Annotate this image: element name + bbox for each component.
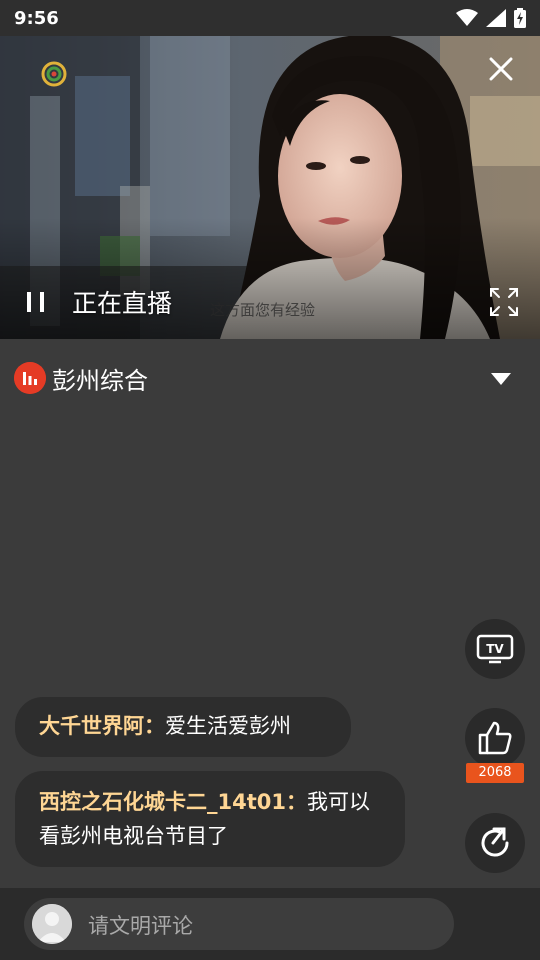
comment-separator: ： — [286, 790, 307, 814]
video-player[interactable]: 正在直播 这方面您有经验 — [0, 36, 540, 339]
caret-down-icon[interactable] — [486, 369, 516, 389]
thumbs-up-icon — [478, 721, 512, 755]
tv-cast-button[interactable]: TV — [465, 619, 525, 679]
user-avatar-icon — [32, 904, 72, 944]
live-status-label: 正在直播 — [72, 289, 173, 318]
svg-text:TV: TV — [486, 642, 504, 656]
comment-username: 西控之石化城卡二_14t01 — [39, 790, 286, 814]
audio-bars-icon — [14, 362, 46, 394]
status-icons — [456, 8, 526, 28]
like-count-badge: 2068 — [466, 763, 524, 783]
share-button[interactable] — [465, 813, 525, 873]
fullscreen-icon[interactable] — [488, 286, 520, 318]
status-time: 9:56 — [14, 7, 59, 29]
comment-input[interactable]: 请文明评论 — [24, 898, 454, 950]
battery-charging-icon — [514, 8, 526, 28]
comment-separator: ： — [144, 714, 165, 738]
comment-text: 爱生活爱彭州 — [165, 714, 291, 738]
cellular-signal-icon — [486, 9, 506, 27]
comment-bar: 请文明评论 — [0, 888, 540, 960]
status-bar: 9:56 — [0, 0, 540, 36]
avatar — [32, 904, 72, 944]
pause-icon[interactable] — [22, 288, 50, 316]
comment-username: 大千世界阿 — [39, 714, 144, 738]
channel-selector[interactable]: 彭州综合 — [0, 339, 540, 419]
comment-item: 西控之石化城卡二_14t01：我可以看彭州电视台节目了 — [15, 771, 405, 867]
like-button[interactable] — [465, 708, 525, 768]
channel-name: 彭州综合 — [52, 367, 148, 395]
video-subtitle: 这方面您有经验 — [210, 301, 316, 319]
comment-placeholder: 请文明评论 — [88, 914, 193, 938]
close-icon[interactable] — [484, 52, 518, 86]
comment-item: 大千世界阿：爱生活爱彭州 — [15, 697, 351, 757]
channel-logo-icon — [41, 61, 67, 87]
share-icon — [481, 827, 509, 857]
tv-cast-icon: TV — [476, 634, 514, 664]
wifi-icon — [456, 9, 478, 26]
